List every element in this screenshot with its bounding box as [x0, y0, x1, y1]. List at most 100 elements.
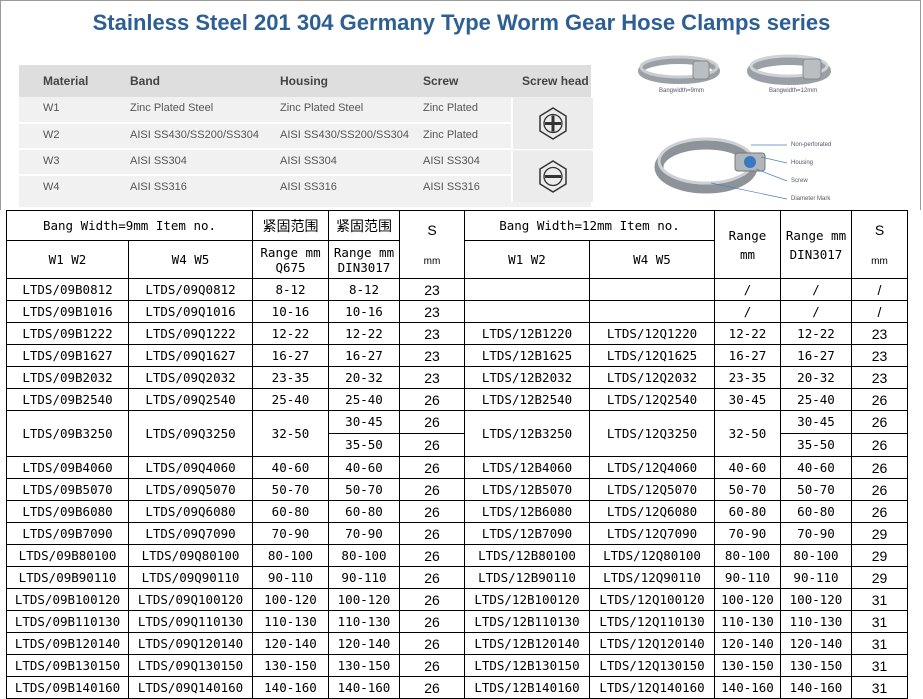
item-w1w2-12: LTDS/12B2540: [464, 388, 590, 411]
s-value-9: 23: [399, 344, 465, 367]
material-header-screw-head: Screw head: [522, 74, 589, 88]
non-perforated-label: Non-perforated: [791, 142, 832, 148]
item-w4w5-9: LTDS/09Q2032: [128, 366, 253, 389]
din-header-9-din: DIN3017: [337, 259, 391, 275]
range-q675-9: 25-40: [252, 388, 329, 411]
range-q675-9: 50-70: [252, 478, 329, 501]
spec-row: LTDS/09B3250 LTDS/09Q3250 32-50 30-45 35-50 2…: [6, 410, 908, 457]
s-value-9: 23: [399, 300, 465, 323]
s-value-12: 26: [851, 500, 908, 523]
s-value-12: 26: [851, 456, 908, 479]
range-din-12: 50-70: [780, 478, 852, 501]
spec-row: LTDS/09B1016 LTDS/09Q1016 10-16 10-16 23// /: [6, 300, 908, 323]
range-din-9: 130-150: [328, 654, 400, 677]
item-w1w2-9: LTDS/09B4060: [6, 456, 129, 479]
item-w4w5-9: LTDS/09Q1016: [128, 300, 253, 323]
range-din-9: 120-140: [328, 632, 400, 655]
s-value-12: 23: [851, 344, 908, 367]
bang12-header: Bang Width=12mm Item no.: [464, 210, 715, 241]
screw-label: Screw: [791, 178, 808, 184]
range-q675-9: 23-35: [252, 366, 329, 389]
s-value-9-part: 26: [424, 437, 440, 453]
item-w4w5-9: LTDS/09Q2540: [128, 388, 253, 411]
range-din-12: 130-150: [780, 654, 852, 677]
s-value-12-part: 26: [871, 437, 888, 453]
bang9-header: Bang Width=9mm Item no.: [6, 210, 253, 241]
range-din-12: 40-60: [780, 456, 852, 479]
item-w1w2-9: LTDS/09B120140: [6, 632, 129, 655]
range-cn-header: 紧固范围: [252, 210, 329, 241]
s-value-9: 26 26: [399, 410, 465, 457]
range-q675-9: 12-22: [252, 322, 329, 345]
item-w1w2-12: LTDS/12B130150: [464, 654, 590, 677]
material-table: Material Band Housing Screw Screw head W…: [19, 65, 593, 207]
range-header-9-range: Range mm: [260, 244, 321, 260]
s-value-12: 26 26: [851, 410, 908, 457]
s-header-12: S mm: [851, 210, 908, 279]
spec-row: LTDS/09B0812 LTDS/09Q0812 8-12 8-12 23// /: [6, 278, 908, 301]
screw-head-cell-slot: [511, 151, 593, 202]
spec-row: LTDS/09B100120 LTDS/09Q100120 100-120 100-1…: [6, 588, 908, 611]
range-din-12: 20-32: [780, 366, 852, 389]
s-value-12: /: [851, 278, 908, 301]
range-12: 12-22: [714, 322, 781, 345]
range-header-12: Range mm: [714, 210, 781, 279]
s-value-9: 26: [399, 588, 465, 611]
spec-row: LTDS/09B110130 LTDS/09Q110130 110-130 110-1…: [6, 610, 908, 633]
range-din-12-part: 35-50: [797, 437, 835, 452]
slot-hex-screw-icon: [539, 160, 567, 193]
s-value-12: 31: [851, 588, 908, 611]
item-w1w2-9: LTDS/09B2540: [6, 388, 129, 411]
item-w4w5-9: LTDS/09Q110130: [128, 610, 253, 633]
range-din-12: 110-130: [780, 610, 852, 633]
spec-row: LTDS/09B5070 LTDS/09Q5070 50-70 50-70 26 LTDS…: [6, 478, 908, 501]
item-w1w2-9: LTDS/09B5070: [6, 478, 129, 501]
bangwidth-12-label: Bangwidth=12mm: [769, 88, 818, 94]
range-din-9: 100-120: [328, 588, 400, 611]
range-12: 100-120: [714, 588, 781, 611]
din-header-12-range: Range mm: [785, 227, 847, 243]
s-value-9: 26: [399, 654, 465, 677]
item-w1w2-9: LTDS/09B1627: [6, 344, 129, 367]
w4w5-header-9: W4 W5: [128, 240, 253, 279]
material-row-w4: W4: [43, 181, 60, 193]
range-12: 30-45: [714, 388, 781, 411]
item-w1w2-9: LTDS/09B100120: [6, 588, 129, 611]
s-value-12: 31: [851, 676, 908, 699]
material-cell: AISI SS316: [423, 181, 480, 193]
item-w1w2-9: LTDS/09B130150: [6, 654, 129, 677]
range-din-12: 16-27: [780, 344, 852, 367]
material-cell: AISI SS304: [423, 155, 480, 167]
slotted-hex-screw-icon: [539, 107, 567, 140]
w1w2-header-9: W1 W2: [6, 240, 129, 279]
range-q675-9: 90-110: [252, 566, 329, 589]
material-header-screw: Screw: [423, 74, 459, 88]
s-value-12: 29: [851, 522, 908, 545]
item-w4w5-9: LTDS/09Q7090: [128, 522, 253, 545]
s-value-9: 26: [399, 500, 465, 523]
s-header-9: S mm: [399, 210, 465, 279]
range-header-9: Range mm Q675: [252, 240, 329, 279]
range-q675-9: 40-60: [252, 456, 329, 479]
item-w1w2-12: LTDS/12B90110: [464, 566, 590, 589]
item-w4w5-9: LTDS/09Q80100: [128, 544, 253, 567]
s-value-12: 31: [851, 654, 908, 677]
s-value-12: 31: [851, 610, 908, 633]
range-din-12: 80-100: [780, 544, 852, 567]
item-w4w5-9: LTDS/09Q1222: [128, 322, 253, 345]
item-w1w2-12: [464, 300, 590, 323]
diameter-mark-label: Diameter Mark: [791, 196, 831, 202]
range-din-12: 90-110: [780, 566, 852, 589]
item-w1w2-12: [464, 278, 590, 301]
range-q675-9: 110-130: [252, 610, 329, 633]
item-w1w2-12: LTDS/12B3250: [464, 410, 590, 457]
s-value-9: 26: [399, 566, 465, 589]
item-w4w5-12: LTDS/12Q3250: [589, 410, 715, 457]
range-din-9: 80-100: [328, 544, 400, 567]
item-w4w5-12: LTDS/12Q90110: [589, 566, 715, 589]
s-value-9: 26: [399, 544, 465, 567]
spec-row: LTDS/09B2032 LTDS/09Q2032 23-35 20-32 23 LTDS…: [6, 366, 908, 389]
item-w1w2-12: LTDS/12B110130: [464, 610, 590, 633]
s-value-9: 26: [399, 456, 465, 479]
s-value-12-part: 26: [852, 412, 907, 434]
